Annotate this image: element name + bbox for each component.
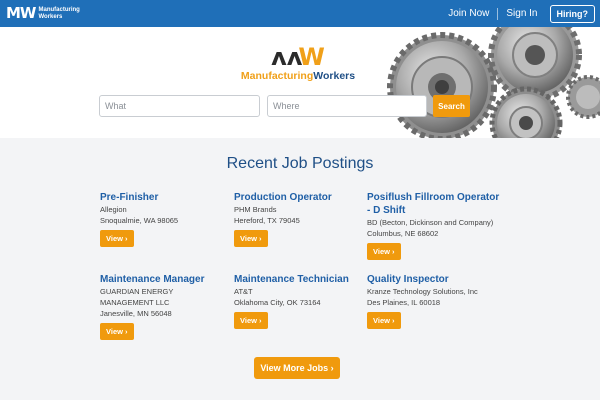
where-search-input[interactable] bbox=[267, 95, 427, 117]
job-card: Posiflush Fillroom Operator - D Shift BD… bbox=[367, 191, 502, 260]
job-title-link[interactable]: Maintenance Technician bbox=[234, 273, 364, 286]
job-company: Kranze Technology Solutions, Inc bbox=[367, 287, 478, 296]
logo-mark-icon: MW bbox=[6, 4, 37, 22]
view-job-button[interactable]: View › bbox=[234, 230, 268, 247]
top-navigation-bar: MW Manufacturing Workers Join Now Sign I… bbox=[0, 0, 600, 27]
hero-wordmark: ManufacturingWorkers bbox=[241, 70, 355, 82]
job-card: Quality Inspector Kranze Technology Solu… bbox=[367, 273, 502, 329]
job-title-link[interactable]: Production Operator bbox=[234, 191, 364, 204]
job-location: Janesville, MN 56048 bbox=[100, 309, 172, 318]
nav-divider bbox=[497, 7, 499, 20]
job-company: BD (Becton, Dickinson and Company) bbox=[367, 218, 494, 227]
job-company: GUARDIAN ENERGY MANAGEMENT LLC bbox=[100, 287, 174, 307]
gears-image bbox=[387, 27, 600, 138]
job-location: Hereford, TX 79045 bbox=[234, 216, 300, 225]
sign-in-link[interactable]: Sign In bbox=[506, 8, 537, 19]
what-search-input[interactable] bbox=[99, 95, 260, 117]
hero-section: ʌʌ W ManufacturingWorkers Search bbox=[0, 27, 600, 138]
view-job-button[interactable]: View › bbox=[234, 312, 268, 329]
join-now-link[interactable]: Join Now bbox=[448, 8, 489, 19]
view-job-button[interactable]: View › bbox=[367, 243, 401, 260]
job-location: Columbus, NE 68602 bbox=[367, 229, 439, 238]
job-title-link[interactable]: Maintenance Manager bbox=[100, 273, 225, 286]
job-card: Production Operator PHM Brands Hereford,… bbox=[234, 191, 364, 247]
view-job-button[interactable]: View › bbox=[100, 323, 134, 340]
job-location: Snoqualmie, WA 98065 bbox=[100, 216, 179, 225]
job-title-link[interactable]: Pre-Finisher bbox=[100, 191, 230, 204]
logo-w-icon: W bbox=[298, 43, 325, 71]
view-job-button[interactable]: View › bbox=[100, 230, 134, 247]
hero-logo: ʌʌ W ManufacturingWorkers bbox=[241, 43, 355, 91]
job-company: AT&T bbox=[234, 287, 253, 296]
section-title: Recent Job Postings bbox=[226, 155, 374, 172]
site-logo[interactable]: MW Manufacturing Workers bbox=[6, 6, 80, 21]
search-button[interactable]: Search bbox=[433, 95, 470, 117]
job-card: Maintenance Manager GUARDIAN ENERGY MANA… bbox=[100, 273, 225, 340]
hiring-button[interactable]: Hiring? bbox=[549, 4, 595, 23]
job-company: Allegion bbox=[100, 205, 127, 214]
view-more-jobs-button[interactable]: View More Jobs › bbox=[254, 357, 340, 379]
wordmark-part-2: Workers bbox=[313, 70, 356, 82]
hero-logo-mark: ʌʌ W bbox=[271, 43, 325, 69]
job-title-link[interactable]: Posiflush Fillroom Operator - D Shift bbox=[367, 191, 502, 217]
job-title-link[interactable]: Quality Inspector bbox=[367, 273, 502, 286]
job-location: Oklahoma City, OK 73164 bbox=[234, 298, 321, 307]
job-card: Pre-Finisher Allegion Snoqualmie, WA 980… bbox=[100, 191, 230, 247]
logo-line-2: Workers bbox=[38, 13, 63, 20]
job-location: Des Plaines, IL 60018 bbox=[367, 298, 441, 307]
job-card: Maintenance Technician AT&T Oklahoma Cit… bbox=[234, 273, 364, 329]
top-nav-links: Join Now Sign In Hiring? bbox=[448, 0, 600, 27]
job-company: PHM Brands bbox=[234, 205, 277, 214]
view-job-button[interactable]: View › bbox=[367, 312, 401, 329]
wordmark-part-1: Manufacturing bbox=[240, 70, 314, 82]
logo-text: Manufacturing Workers bbox=[38, 7, 79, 20]
